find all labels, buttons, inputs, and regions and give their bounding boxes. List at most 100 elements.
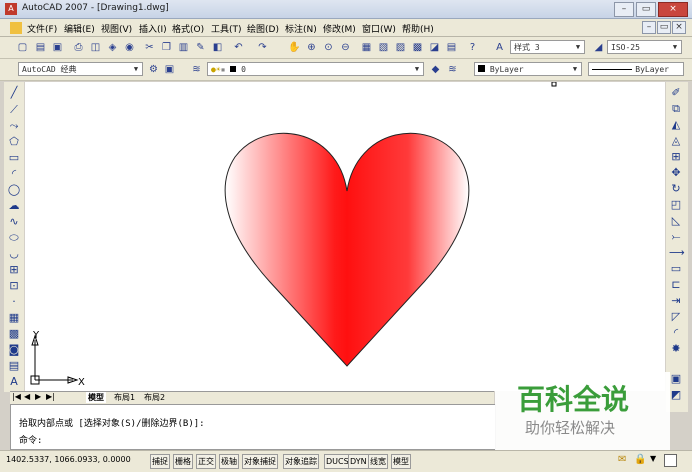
plot-icon[interactable]: ◉ <box>123 41 136 54</box>
zoom-realtime-icon[interactable]: ⊕ <box>305 41 318 54</box>
new-icon[interactable]: ▢ <box>16 41 29 54</box>
make-current-layer-icon[interactable]: ◆ <box>429 63 442 76</box>
doc-minimize-button[interactable]: – <box>642 21 656 34</box>
menu-edit[interactable]: 编辑(E) <box>64 22 95 35</box>
design-center-icon[interactable]: ▧ <box>377 41 390 54</box>
open-icon[interactable]: ▤ <box>34 41 47 54</box>
layer-tool-icon[interactable]: ◩ <box>669 388 683 402</box>
ellipse-arc-icon[interactable]: ◡ <box>7 247 21 261</box>
copy-object-icon[interactable]: ⧉ <box>669 102 683 116</box>
menu-file[interactable]: 文件(F) <box>27 22 57 35</box>
minimize-button[interactable]: – <box>614 2 634 17</box>
construction-line-icon[interactable]: ⟋ <box>7 103 21 117</box>
polar-toggle[interactable]: 极轴 <box>219 454 239 469</box>
break-icon[interactable]: ⊏ <box>669 278 683 292</box>
command-prompt[interactable]: 命令: <box>19 433 42 446</box>
pan-icon[interactable]: ✋ <box>288 41 301 54</box>
menu-help[interactable]: 帮助(H) <box>402 22 434 35</box>
linetype-select[interactable]: ByLayer <box>588 62 684 76</box>
ducs-toggle[interactable]: DUCS <box>324 454 351 469</box>
otrack-toggle[interactable]: 对象追踪 <box>283 454 319 469</box>
menu-tools[interactable]: 工具(T) <box>211 22 242 35</box>
make-block-icon[interactable]: ⊡ <box>7 279 21 293</box>
snap-toggle[interactable]: 捕捉 <box>150 454 170 469</box>
close-button[interactable]: × <box>658 2 688 17</box>
preview-icon[interactable]: ◫ <box>89 41 102 54</box>
circle-icon[interactable]: ◯ <box>7 183 21 197</box>
sheet-set-icon[interactable]: ▩ <box>411 41 424 54</box>
ellipse-icon[interactable]: ⬭ <box>7 231 21 245</box>
publish-icon[interactable]: ◈ <box>106 41 119 54</box>
menu-window[interactable]: 窗口(W) <box>362 22 396 35</box>
tab-nav-prev[interactable]: ◀ <box>24 392 30 401</box>
calculator-icon[interactable]: ▤ <box>445 41 458 54</box>
break-at-point-icon[interactable]: ▭ <box>669 262 683 276</box>
menu-format[interactable]: 格式(O) <box>172 22 204 35</box>
multiline-text-icon[interactable]: A <box>7 375 21 389</box>
zoom-window-icon[interactable]: ⊙ <box>322 41 335 54</box>
cut-icon[interactable]: ✂ <box>143 41 156 54</box>
maximize-button[interactable]: ▭ <box>636 2 656 17</box>
undo-icon[interactable]: ↶ <box>232 41 245 54</box>
menu-dimension[interactable]: 标注(N) <box>285 22 317 35</box>
extend-icon[interactable]: ⟶ <box>669 246 685 260</box>
print-icon[interactable]: ⎙ <box>72 41 85 54</box>
block-editor-icon[interactable]: ◧ <box>211 41 224 54</box>
tab-nav-first[interactable]: |◀ <box>12 392 21 401</box>
chevron-down-icon[interactable]: ▼ <box>650 454 656 463</box>
chamfer-icon[interactable]: ◸ <box>669 310 683 324</box>
polyline-icon[interactable]: ⤳ <box>7 119 21 133</box>
heart-shape[interactable] <box>224 132 470 367</box>
model-toggle[interactable]: 模型 <box>391 454 411 469</box>
text-style-select[interactable]: 样式 3 ▼ <box>510 40 585 54</box>
workspace-settings-icon[interactable]: ⚙ <box>147 63 160 76</box>
explode-icon[interactable]: ✸ <box>669 342 683 356</box>
lock-icon[interactable]: 🔒 <box>634 454 646 465</box>
ortho-toggle[interactable]: 正交 <box>196 454 216 469</box>
redo-icon[interactable]: ↷ <box>256 41 269 54</box>
grid-toggle[interactable]: 栅格 <box>173 454 193 469</box>
tab-nav-last[interactable]: ▶| <box>46 392 55 401</box>
join-icon[interactable]: ⇥ <box>669 294 683 308</box>
array-icon[interactable]: ⊞ <box>669 150 683 164</box>
color-select[interactable]: ByLayer ▼ <box>474 62 582 76</box>
mirror-icon[interactable]: ◭ <box>669 118 683 132</box>
help-icon[interactable]: ? <box>466 41 479 54</box>
revision-cloud-icon[interactable]: ☁ <box>7 199 21 213</box>
match-properties-icon[interactable]: ✎ <box>194 41 207 54</box>
draw-order-icon[interactable]: ▣ <box>669 372 683 386</box>
point-icon[interactable]: · <box>7 295 21 309</box>
lineweight-toggle[interactable]: 线宽 <box>368 454 388 469</box>
stretch-icon[interactable]: ◺ <box>669 214 683 228</box>
layer-manager-icon[interactable]: ≋ <box>190 63 203 76</box>
layer-previous-icon[interactable]: ≋ <box>446 63 459 76</box>
insert-block-icon[interactable]: ⊞ <box>7 263 21 277</box>
doc-restore-button[interactable]: ▭ <box>657 21 671 34</box>
arc-icon[interactable]: ◜ <box>7 167 21 181</box>
menu-view[interactable]: 视图(V) <box>101 22 132 35</box>
trim-icon[interactable]: ⤚ <box>669 230 683 244</box>
zoom-previous-icon[interactable]: ⊖ <box>339 41 352 54</box>
gradient-icon[interactable]: ▩ <box>7 327 21 341</box>
copy-icon[interactable]: ❐ <box>160 41 173 54</box>
table-icon[interactable]: ▤ <box>7 359 21 373</box>
paste-icon[interactable]: ▥ <box>177 41 190 54</box>
rotate-icon[interactable]: ↻ <box>669 182 683 196</box>
tab-model[interactable]: 模型 <box>86 392 106 403</box>
menu-draw[interactable]: 绘图(D) <box>247 22 279 35</box>
doc-close-button[interactable]: × <box>672 21 686 34</box>
spline-icon[interactable]: ∿ <box>7 215 21 229</box>
layer-select[interactable]: ●☀▪ 0 ▼ <box>207 62 424 76</box>
rectangle-icon[interactable]: ▭ <box>7 151 21 165</box>
menu-modify[interactable]: 修改(M) <box>323 22 356 35</box>
hatch-icon[interactable]: ▦ <box>7 311 21 325</box>
workspace-select[interactable]: AutoCAD 经典 ▼ <box>18 62 143 76</box>
clean-screen-icon[interactable] <box>664 454 677 467</box>
polygon-icon[interactable]: ⬠ <box>7 135 21 149</box>
dim-style-select[interactable]: ISO-25 ▼ <box>607 40 682 54</box>
dyn-toggle[interactable]: DYN <box>348 454 369 469</box>
tab-layout2[interactable]: 布局2 <box>142 392 167 403</box>
erase-icon[interactable]: ✐ <box>669 86 683 100</box>
line-icon[interactable]: ╱ <box>7 86 21 100</box>
workspace-save-icon[interactable]: ▣ <box>163 63 176 76</box>
